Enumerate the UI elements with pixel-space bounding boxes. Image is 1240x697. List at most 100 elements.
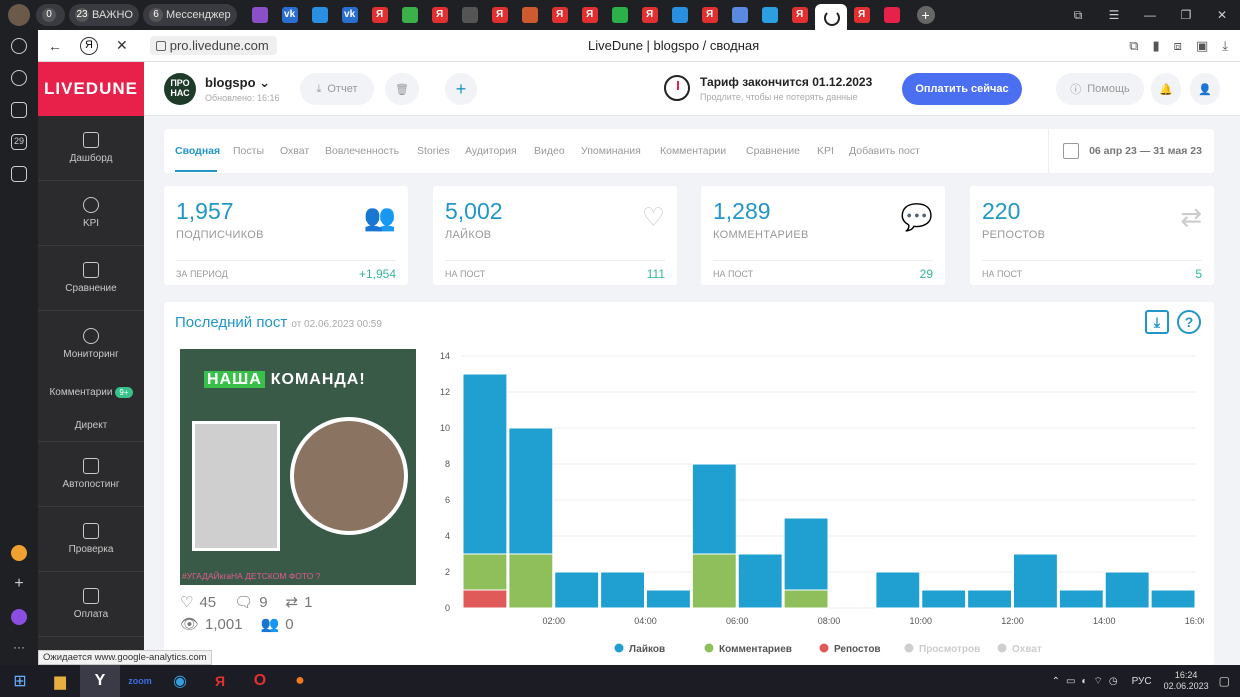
tab-list-icon[interactable]: ⧉ xyxy=(1060,8,1096,23)
yandex-favicon-icon[interactable]: Я xyxy=(853,7,870,23)
tray-icons[interactable]: ⌃▭◐⌔◷ xyxy=(1052,675,1124,688)
minimize-icon[interactable]: — xyxy=(1132,8,1168,22)
tab-kpi[interactable]: KPI xyxy=(817,145,834,157)
date-range-picker[interactable]: 06 апр 23 — 31 мая 23 xyxy=(1048,129,1214,173)
restore-icon[interactable]: ❐ xyxy=(1168,8,1204,22)
bookmark-icon[interactable]: ▮ xyxy=(1153,38,1160,54)
report-button[interactable]: ⤓ Отчет xyxy=(300,73,374,105)
play-icon[interactable] xyxy=(11,70,27,86)
more-icon[interactable]: ··· xyxy=(11,641,27,657)
messenger-favicon-icon[interactable] xyxy=(311,7,328,23)
account-switcher[interactable]: blogspo ⌄ xyxy=(205,75,270,91)
new-tab-button[interactable]: + xyxy=(916,6,935,24)
yandex-browser-icon[interactable]: Y xyxy=(80,665,120,697)
assistant-icon[interactable] xyxy=(11,609,27,625)
tab-comments[interactable]: Комментарии xyxy=(660,145,726,157)
notifications-button[interactable]: 🔔 xyxy=(1151,73,1181,105)
tab-stories[interactable]: Stories xyxy=(417,145,450,157)
firefox-icon[interactable]: ● xyxy=(280,672,320,690)
delete-button[interactable]: 🗑 xyxy=(385,73,419,105)
post-image[interactable]: НАША КОМАНДА! #УГАДАЙкгаНА ДЕТСКОМ ФОТО ? xyxy=(180,349,416,585)
tab-favicon[interactable] xyxy=(521,7,538,23)
calendar-icon[interactable]: 29 xyxy=(11,134,27,150)
extension-icon[interactable]: ▣ xyxy=(1196,38,1208,54)
sidebar-item-compare[interactable]: Сравнение xyxy=(38,246,144,311)
yandex-favicon-icon[interactable]: Я xyxy=(701,7,718,23)
tab-engagement[interactable]: Вовлеченность xyxy=(325,145,399,157)
livedune-favicon-icon[interactable] xyxy=(883,7,900,23)
yandex-favicon-icon[interactable]: Я xyxy=(641,7,658,23)
back-icon[interactable]: ← xyxy=(48,38,62,54)
vk-favicon-icon[interactable]: vk xyxy=(341,7,358,23)
sidebar-item-dashboard[interactable]: Дашборд xyxy=(38,116,144,181)
edge-icon[interactable]: ◉ xyxy=(160,671,200,691)
tab-video[interactable]: Видео xyxy=(534,145,565,157)
menu-icon[interactable]: ☰ xyxy=(1096,8,1132,22)
yandex-icon[interactable]: Я xyxy=(200,673,240,689)
tab-favicon[interactable] xyxy=(761,7,778,23)
active-tab-loading-icon[interactable] xyxy=(814,4,847,30)
add-button[interactable]: + xyxy=(445,73,477,105)
chevron-down-icon: ⌄ xyxy=(259,75,271,90)
url-field[interactable]: pro.livedune.com xyxy=(149,36,277,55)
tab-favicon[interactable] xyxy=(461,7,478,23)
file-explorer-icon[interactable]: ▆ xyxy=(40,672,80,690)
sidebar-item-payment[interactable]: Оплата xyxy=(38,572,144,637)
opera-icon[interactable]: O xyxy=(240,672,280,690)
help-button[interactable]: ⓘ Помощь xyxy=(1056,73,1144,105)
sidebar-item-autoposting[interactable]: Автопостинг xyxy=(38,442,144,507)
tab-add-post[interactable]: Добавить пост xyxy=(849,145,920,157)
tab-favicon[interactable] xyxy=(731,7,748,23)
screenshot-icon[interactable] xyxy=(11,166,27,182)
history-icon[interactable] xyxy=(11,38,27,54)
yandex-favicon-icon[interactable]: Я xyxy=(581,7,598,23)
tab-group-0[interactable]: 0 xyxy=(36,4,65,26)
yandex-favicon-icon[interactable]: Я xyxy=(491,7,508,23)
notifications-icon[interactable]: ▢ xyxy=(1219,674,1230,688)
browser-profile-avatar[interactable] xyxy=(8,4,30,26)
yandex-favicon-icon[interactable]: Я xyxy=(551,7,568,23)
sidebar-item-check[interactable]: Проверка xyxy=(38,507,144,572)
tab-favicon[interactable] xyxy=(251,7,268,23)
add-panel-icon[interactable]: + xyxy=(11,576,27,593)
sidebar-item-kpi[interactable]: KPI xyxy=(38,181,144,246)
yandex-favicon-icon[interactable]: Я xyxy=(431,7,448,23)
tab-posts[interactable]: Посты xyxy=(233,145,264,157)
tab-reach[interactable]: Охват xyxy=(280,145,309,157)
yandex-favicon-icon[interactable]: Я xyxy=(791,7,808,23)
tab-favicon[interactable] xyxy=(401,7,418,23)
tab-group-messenger[interactable]: 6 Мессенджер xyxy=(142,4,237,26)
collections-icon[interactable] xyxy=(11,102,27,118)
tab-favicon[interactable] xyxy=(611,7,628,23)
pay-now-button[interactable]: Оплатить сейчас xyxy=(902,73,1022,105)
download-icon[interactable]: ⤓ xyxy=(1222,38,1228,54)
tab-group-important[interactable]: 23 ВАЖНО xyxy=(69,4,139,26)
close-icon[interactable]: ✕ xyxy=(1204,8,1240,22)
sidebar-subitem-direct[interactable]: Директ xyxy=(38,409,144,442)
language-indicator[interactable]: РУС xyxy=(1132,676,1152,687)
taskbar-clock[interactable]: 16:24 02.06.2023 xyxy=(1164,670,1209,692)
vk-favicon-icon[interactable]: vk xyxy=(281,7,298,23)
download-icon[interactable]: ⤓ xyxy=(1145,310,1169,334)
account-avatar[interactable]: ПРО НАС xyxy=(164,73,196,105)
yandex-icon[interactable]: Я xyxy=(80,36,98,55)
tab-mentions[interactable]: Упоминания xyxy=(581,145,641,157)
tab-summary[interactable]: Сводная xyxy=(175,145,220,157)
translate-icon[interactable]: ⧉ xyxy=(1129,38,1138,54)
profile-button[interactable]: 👤 xyxy=(1190,73,1220,105)
alice-icon[interactable] xyxy=(11,545,27,561)
help-icon[interactable]: ? xyxy=(1177,310,1201,334)
tab-compare[interactable]: Сравнение xyxy=(746,145,800,157)
sidebar-item-monitoring[interactable]: Мониторинг xyxy=(38,311,144,376)
chat-bubble-icon xyxy=(83,327,99,344)
livedune-logo[interactable]: LIVEDUNE xyxy=(38,62,144,116)
windows-start-icon[interactable]: ⊞ xyxy=(0,671,40,691)
bar-segment-likes xyxy=(783,517,829,591)
sidebar-subitem-comments[interactable]: Комментарии 9+ xyxy=(38,376,144,409)
yandex-favicon-icon[interactable]: Я xyxy=(371,7,388,23)
zoom-icon[interactable]: zoom xyxy=(120,676,160,686)
tab-favicon[interactable] xyxy=(671,7,688,23)
extensions-icon[interactable]: ⧈ xyxy=(1174,38,1182,54)
tab-audience[interactable]: Аудитория xyxy=(465,145,517,157)
stop-loading-icon[interactable]: ✕ xyxy=(116,37,128,54)
